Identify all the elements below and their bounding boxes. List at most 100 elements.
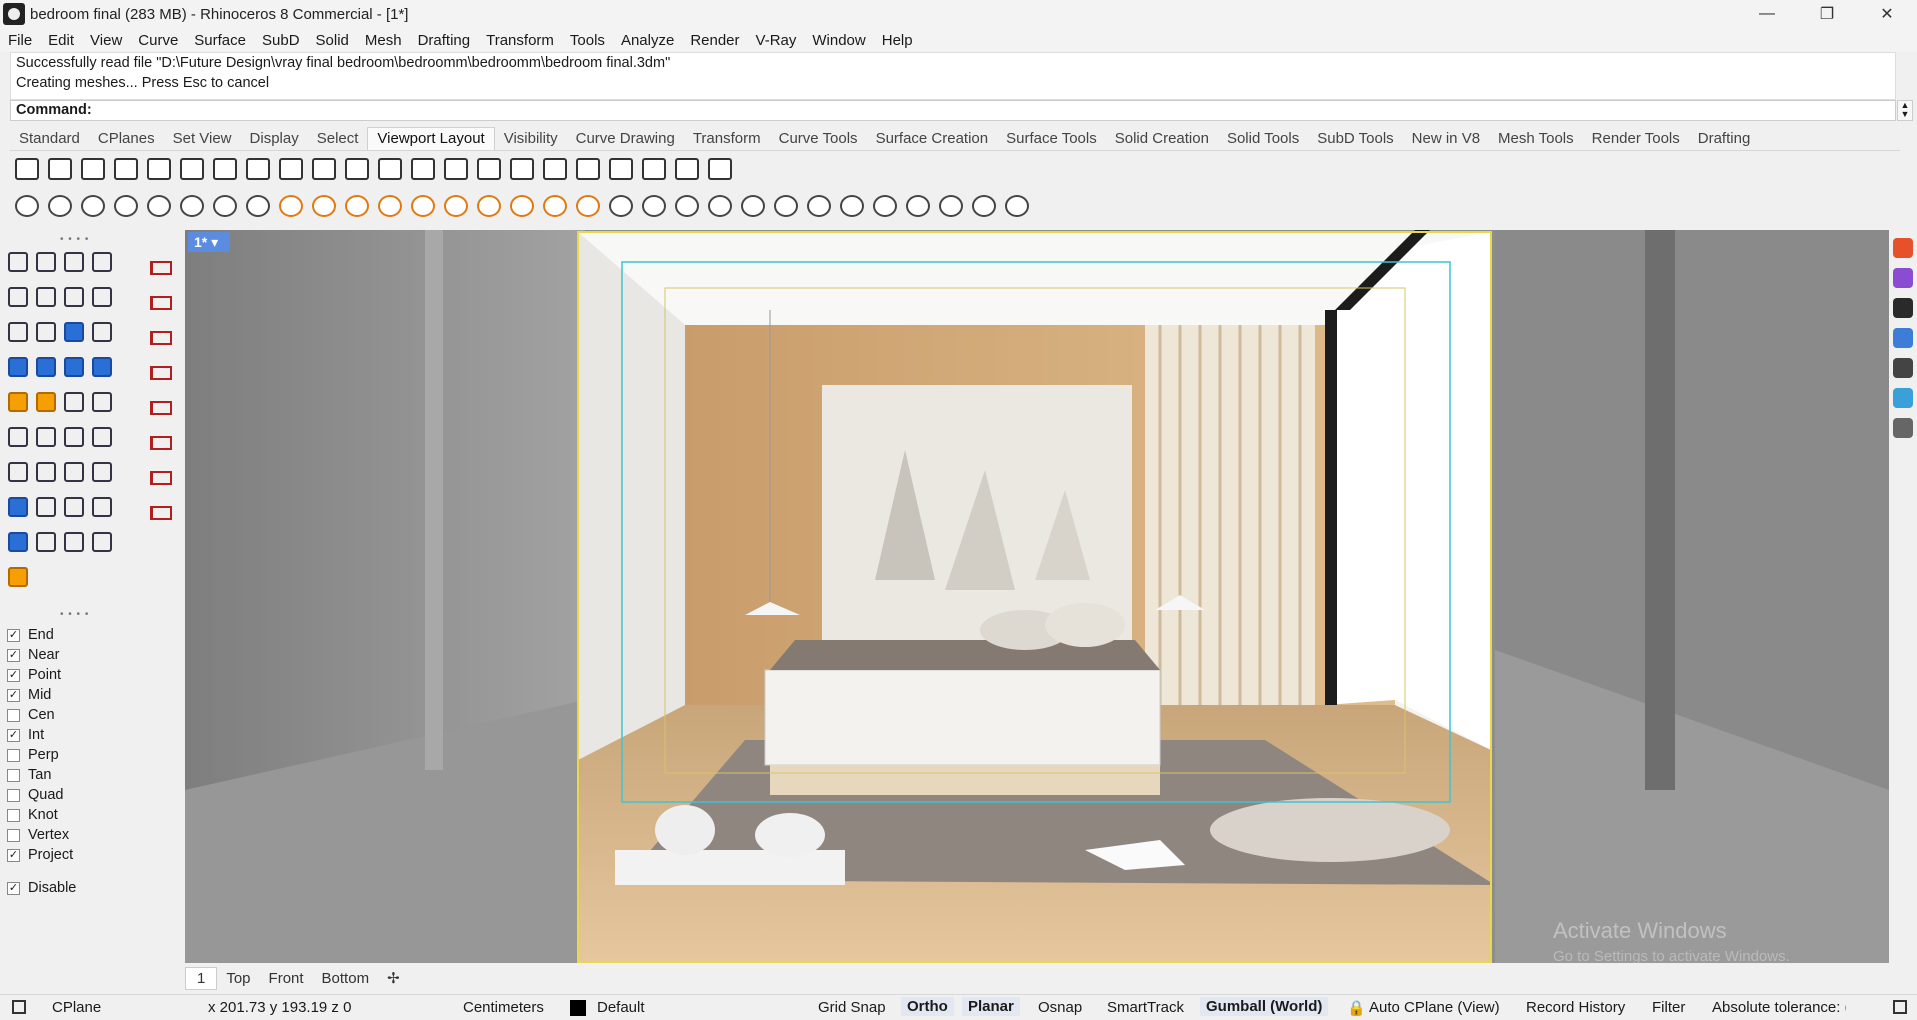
osnap-toggle[interactable]: Osnap xyxy=(1038,999,1082,1016)
osnap-mid[interactable]: ✓ Mid xyxy=(0,685,145,705)
omni-light-icon[interactable] xyxy=(439,190,472,222)
restore-button[interactable]: ❐ xyxy=(1797,0,1857,28)
solid-tools-icon[interactable] xyxy=(4,489,32,524)
text-icon[interactable] xyxy=(4,454,32,489)
align-vertical-icon[interactable] xyxy=(145,425,177,460)
osnap-tan[interactable]: Tan xyxy=(0,765,145,785)
grid-display-icon[interactable] xyxy=(241,153,274,185)
vray-batch-icon[interactable] xyxy=(241,190,274,222)
help-icon[interactable] xyxy=(1893,328,1913,348)
split-vertical-icon[interactable] xyxy=(208,153,241,185)
light-gen-icon[interactable] xyxy=(274,190,307,222)
tab-solid-tools[interactable]: Solid Tools xyxy=(1218,130,1308,150)
viewport-tab-bottom[interactable]: Bottom xyxy=(313,970,379,987)
proxy-export-icon[interactable] xyxy=(670,190,703,222)
close-button[interactable]: ✕ xyxy=(1857,0,1917,28)
new-layout-icon[interactable] xyxy=(439,153,472,185)
scale-icon[interactable] xyxy=(670,153,703,185)
color-bars-icon[interactable] xyxy=(406,153,439,185)
osnap-vertex[interactable]: Vertex xyxy=(0,825,145,845)
menu-drafting[interactable]: Drafting xyxy=(410,32,479,49)
menu-subd[interactable]: SubD xyxy=(254,32,308,49)
move-icon[interactable] xyxy=(32,454,60,489)
four-viewports-icon[interactable] xyxy=(10,153,43,185)
menu-transform[interactable]: Transform xyxy=(478,32,562,49)
right-panel-toggle-icon[interactable] xyxy=(1893,1000,1907,1014)
auto-cplane-toggle[interactable]: Auto CPlane (View) xyxy=(1369,999,1500,1016)
menu-edit[interactable]: Edit xyxy=(40,32,82,49)
viewport-properties-icon[interactable] xyxy=(604,153,637,185)
command-history[interactable]: Successfully read file "D:\Future Design… xyxy=(10,52,1896,100)
polyline-icon[interactable] xyxy=(60,244,88,279)
osnap-cen[interactable]: Cen xyxy=(0,705,145,725)
distribute-icon[interactable] xyxy=(145,495,177,530)
osnap-int[interactable]: ✓ Int xyxy=(0,725,145,745)
mirror-icon[interactable] xyxy=(88,454,116,489)
render-object-icon[interactable] xyxy=(88,524,116,559)
menu-tools[interactable]: Tools xyxy=(562,32,613,49)
osnap-knot[interactable]: Knot xyxy=(0,805,145,825)
check-icon[interactable] xyxy=(60,524,88,559)
perspective-viewport[interactable]: 1* ▾ Activate Windows Go to Settings to … xyxy=(185,230,1889,963)
sphere-icon[interactable] xyxy=(32,349,60,384)
tab-mesh-tools[interactable]: Mesh Tools xyxy=(1489,130,1583,150)
circle-icon[interactable] xyxy=(4,279,32,314)
gumball-toggle[interactable]: Gumball (World) xyxy=(1200,997,1329,1016)
menu-view[interactable]: View xyxy=(82,32,130,49)
tab-cplanes[interactable]: CPlanes xyxy=(89,130,164,150)
spot-light-icon[interactable] xyxy=(307,190,340,222)
camera-icon[interactable] xyxy=(1893,358,1913,378)
dimension-icon[interactable] xyxy=(32,489,60,524)
menu-window[interactable]: Window xyxy=(804,32,873,49)
clipper-icon[interactable] xyxy=(769,190,802,222)
osnap-disable[interactable]: ✓ Disable xyxy=(0,878,145,898)
osnap-near[interactable]: ✓ Near xyxy=(0,645,145,665)
tab-surface-creation[interactable]: Surface Creation xyxy=(867,130,998,150)
curve-icon[interactable] xyxy=(88,244,116,279)
status-layer[interactable]: Default xyxy=(597,999,645,1016)
color-wheel-icon[interactable] xyxy=(1893,268,1913,288)
layout-tools-icon[interactable] xyxy=(505,153,538,185)
align-center-icon[interactable] xyxy=(145,460,177,495)
align-left-icon[interactable] xyxy=(145,320,177,355)
viewport-tab-top[interactable]: Top xyxy=(217,970,259,987)
menu-curve[interactable]: Curve xyxy=(130,32,186,49)
tab-set-view[interactable]: Set View xyxy=(164,130,241,150)
status-units[interactable]: Centimeters xyxy=(463,999,544,1016)
tab-visibility[interactable]: Visibility xyxy=(495,130,567,150)
planar-toggle[interactable]: Planar xyxy=(962,997,1020,1016)
zoom-icon[interactable] xyxy=(274,153,307,185)
extrude-curve-icon[interactable] xyxy=(88,314,116,349)
enmesh-icon[interactable] xyxy=(835,190,868,222)
vray-frame-buffer-icon[interactable] xyxy=(208,190,241,222)
tab-solid-creation[interactable]: Solid Creation xyxy=(1106,130,1218,150)
command-input[interactable]: Command: xyxy=(10,100,1896,121)
osnap-project[interactable]: ✓ Project xyxy=(0,845,145,865)
ies-light-icon[interactable] xyxy=(406,190,439,222)
polygon-icon[interactable] xyxy=(4,314,32,349)
join-icon[interactable] xyxy=(4,419,32,454)
boat-layout-icon[interactable] xyxy=(538,153,571,185)
align-right-icon[interactable] xyxy=(145,355,177,390)
split-icon[interactable] xyxy=(88,384,116,419)
vray-materials-icon[interactable] xyxy=(76,190,109,222)
tab-render-tools[interactable]: Render Tools xyxy=(1583,130,1689,150)
fur-icon[interactable] xyxy=(703,190,736,222)
trim-icon[interactable] xyxy=(60,384,88,419)
tab-transform[interactable]: Transform xyxy=(684,130,770,150)
vray-asset-editor-icon[interactable] xyxy=(43,190,76,222)
filter-icon[interactable] xyxy=(1893,418,1913,438)
surface-icon[interactable] xyxy=(60,314,88,349)
open-folder-icon[interactable] xyxy=(571,153,604,185)
world-icon[interactable] xyxy=(901,190,934,222)
ortho-toggle[interactable]: Ortho xyxy=(901,997,954,1016)
grid-snap-toggle[interactable]: Grid Snap xyxy=(818,999,886,1016)
add-viewport-tab-icon[interactable]: ✢ xyxy=(378,969,409,987)
menu-surface[interactable]: Surface xyxy=(186,32,254,49)
viewport-label[interactable]: 1* ▾ xyxy=(188,232,230,252)
grid-mesh-icon[interactable] xyxy=(868,190,901,222)
zoom-target-icon[interactable] xyxy=(307,153,340,185)
tab-curve-tools[interactable]: Curve Tools xyxy=(770,130,867,150)
tab-standard[interactable]: Standard xyxy=(10,130,89,150)
lock-icon[interactable] xyxy=(703,153,736,185)
